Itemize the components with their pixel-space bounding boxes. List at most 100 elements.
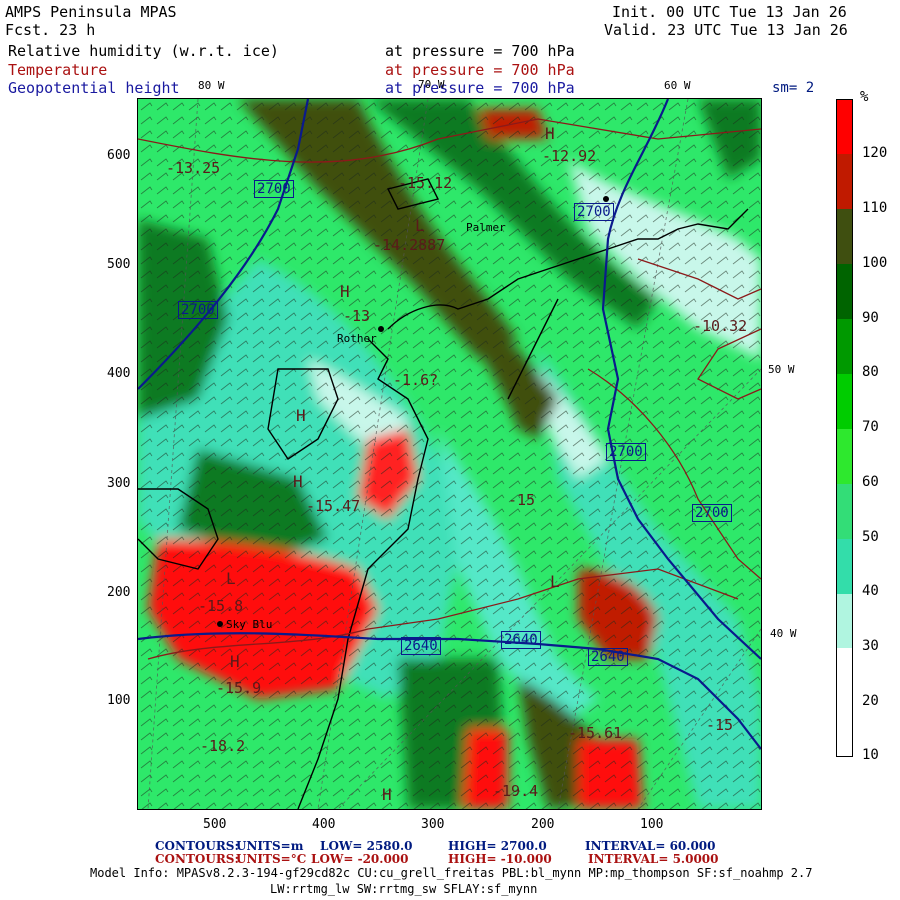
colorbar-tick: 40 <box>862 583 879 599</box>
footer-height-interval: INTERVAL= 60.000 <box>585 839 716 853</box>
footer-temp-contours-label: CONTOURS: <box>155 852 239 866</box>
footer-height-high: HIGH= 2700.0 <box>448 839 547 853</box>
wind-barbs <box>138 99 761 809</box>
colorbar-segment <box>836 429 853 484</box>
low-marker: L <box>226 569 236 588</box>
forecast-hour: Fcst. 23 h <box>5 21 96 39</box>
field-rh-level: at pressure = 700 hPa <box>385 42 575 60</box>
colorbar-segment <box>836 702 853 757</box>
rh-map-svg <box>138 99 761 809</box>
high-marker: H <box>230 652 240 671</box>
colorbar-tick: 120 <box>862 145 888 161</box>
y-tick-label: 100 <box>107 693 131 708</box>
colorbar-segment <box>836 484 853 539</box>
footer-model-info: Model Info: MPASv8.2.3-194-gf29cd82c CU:… <box>90 866 813 880</box>
station-marker-rothera <box>378 326 384 332</box>
temp-label: -10.32 <box>693 317 748 335</box>
footer-height-contours-label: CONTOURS: <box>155 839 239 853</box>
footer-temp-units: UNITS=°C <box>236 852 307 866</box>
colorbar-segment <box>836 319 853 374</box>
colorbar-tick: 70 <box>862 419 879 435</box>
smoothing-label: sm= 2 <box>772 80 815 96</box>
footer-temp-interval: INTERVAL= 5.0000 <box>588 852 719 866</box>
lon-label-70w: 70 W <box>418 78 445 91</box>
colorbar-segment <box>836 539 853 594</box>
x-tick-label: 100 <box>640 817 664 832</box>
x-tick-label: 500 <box>203 817 227 832</box>
x-tick-label: 300 <box>421 817 445 832</box>
footer-height-units: UNITS=m <box>236 839 304 853</box>
temp-label: -14.2887 <box>373 236 446 254</box>
temp-label: -15.12 <box>398 174 453 192</box>
colorbar-segment <box>836 648 853 702</box>
footer-model-info-2: LW:rrtmg_lw SW:rrtmg_sw SFLAY:sf_mynn <box>270 882 538 896</box>
lon-label-80w: 80 W <box>198 79 225 92</box>
height-label: 2700 <box>692 504 732 522</box>
field-temp-level: at pressure = 700 hPa <box>385 61 575 79</box>
temp-label: -13 <box>343 307 371 325</box>
x-tick-label: 200 <box>531 817 555 832</box>
height-label: 2640 <box>501 631 541 649</box>
high-marker: H <box>293 472 303 491</box>
field-temp-name: Temperature <box>8 61 108 79</box>
colorbar-tick: 80 <box>862 364 879 380</box>
y-tick-label: 200 <box>107 585 131 600</box>
temp-label: -15 <box>706 716 734 734</box>
temp-label: -15.61 <box>568 724 623 742</box>
station-marker-skyblu <box>217 621 223 627</box>
height-label: 2640 <box>401 637 441 655</box>
colorbar-tick: 30 <box>862 638 879 654</box>
colorbar-tick: 10 <box>862 747 879 763</box>
temp-label: -15.9 <box>216 679 262 697</box>
height-label: 2700 <box>178 301 218 319</box>
colorbar-tick: 50 <box>862 529 879 545</box>
x-tick-label: 400 <box>312 817 336 832</box>
height-label: 2640 <box>588 648 628 666</box>
init-time: Init. 00 UTC Tue 13 Jan 26 <box>612 3 847 21</box>
y-tick-label: 600 <box>107 148 131 163</box>
temp-label: -19.4 <box>493 782 539 800</box>
footer-height-low: LOW= 2580.0 <box>320 839 413 853</box>
high-marker: H <box>340 282 350 301</box>
lon-label-60w: 60 W <box>664 79 691 92</box>
high-marker: H <box>296 406 306 425</box>
field-rh-name: Relative humidity (w.r.t. ice) <box>8 42 279 60</box>
temp-label: -15 <box>508 491 536 509</box>
height-label: 2700 <box>254 180 294 198</box>
temp-label: -13.25 <box>166 159 221 177</box>
station-label-rothera: Rother <box>337 332 377 345</box>
station-marker-north <box>603 196 609 202</box>
colorbar-segment <box>836 99 853 154</box>
colorbar-tick: 100 <box>862 255 888 271</box>
colorbar <box>836 99 853 809</box>
temp-label: -18.2 <box>200 737 246 755</box>
colorbar-segment <box>836 209 853 264</box>
y-tick-label: 300 <box>107 476 131 491</box>
colorbar-tick: 60 <box>862 474 879 490</box>
plot-title: AMPS Peninsula MPAS <box>5 3 177 21</box>
temp-label: -15.8 <box>198 597 244 615</box>
low-marker: L <box>415 216 425 235</box>
colorbar-unit: % <box>860 89 869 105</box>
colorbar-segment <box>836 154 853 209</box>
lon-label-40w: 40 W <box>770 627 797 640</box>
colorbar-segment <box>836 264 853 319</box>
colorbar-segment <box>836 594 853 648</box>
colorbar-tick: 20 <box>862 693 879 709</box>
footer-temp-low: LOW= -20.000 <box>311 852 409 866</box>
map-panel[interactable]: 2700 2700 2700 2700 2700 2640 2640 2640 … <box>138 99 761 809</box>
station-label-palmer: Palmer <box>466 221 506 234</box>
y-tick-label: 500 <box>107 257 131 272</box>
footer-temp-high: HIGH= -10.000 <box>448 852 552 866</box>
temp-label: -1.6? <box>393 371 439 389</box>
lon-label-50w: 50 W <box>768 363 795 376</box>
temp-label: -15.47 <box>306 497 361 515</box>
colorbar-tick: 90 <box>862 310 879 326</box>
colorbar-tick: 110 <box>862 200 888 216</box>
temp-label: -12.92 <box>542 147 597 165</box>
valid-time: Valid. 23 UTC Tue 13 Jan 26 <box>604 21 848 39</box>
height-label: 2700 <box>606 443 646 461</box>
high-marker: H <box>545 124 555 143</box>
colorbar-segment <box>836 374 853 429</box>
station-label-skyblu: Sky Blu <box>226 618 273 631</box>
